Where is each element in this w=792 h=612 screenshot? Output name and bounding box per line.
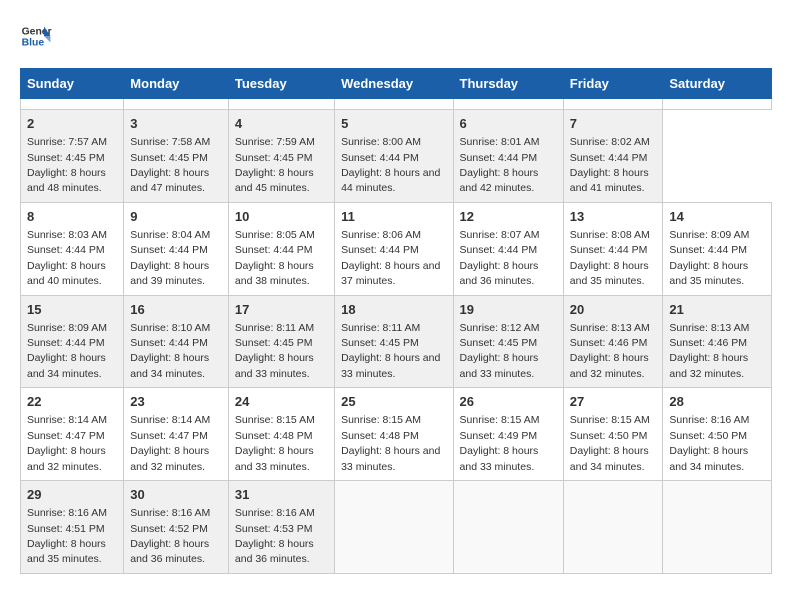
calendar-cell: 8Sunrise: 8:03 AMSunset: 4:44 PMDaylight… bbox=[21, 202, 124, 295]
calendar-cell bbox=[124, 99, 229, 110]
day-of-week-header: Friday bbox=[563, 69, 663, 99]
calendar-week-row: 15Sunrise: 8:09 AMSunset: 4:44 PMDayligh… bbox=[21, 295, 772, 388]
calendar-header-row: SundayMondayTuesdayWednesdayThursdayFrid… bbox=[21, 69, 772, 99]
calendar-cell bbox=[563, 99, 663, 110]
logo: General Blue bbox=[20, 20, 52, 52]
calendar-cell bbox=[663, 99, 772, 110]
calendar-cell: 15Sunrise: 8:09 AMSunset: 4:44 PMDayligh… bbox=[21, 295, 124, 388]
calendar-cell: 26Sunrise: 8:15 AMSunset: 4:49 PMDayligh… bbox=[453, 388, 563, 481]
calendar-cell: 31Sunrise: 8:16 AMSunset: 4:53 PMDayligh… bbox=[228, 481, 334, 574]
calendar-cell: 21Sunrise: 8:13 AMSunset: 4:46 PMDayligh… bbox=[663, 295, 772, 388]
calendar-cell: 16Sunrise: 8:10 AMSunset: 4:44 PMDayligh… bbox=[124, 295, 229, 388]
calendar-cell: 29Sunrise: 8:16 AMSunset: 4:51 PMDayligh… bbox=[21, 481, 124, 574]
calendar-cell bbox=[453, 481, 563, 574]
calendar-cell bbox=[563, 481, 663, 574]
day-of-week-header: Saturday bbox=[663, 69, 772, 99]
calendar-cell: 3Sunrise: 7:58 AMSunset: 4:45 PMDaylight… bbox=[124, 110, 229, 203]
day-of-week-header: Monday bbox=[124, 69, 229, 99]
calendar-week-row: 8Sunrise: 8:03 AMSunset: 4:44 PMDaylight… bbox=[21, 202, 772, 295]
logo-icon: General Blue bbox=[20, 20, 52, 52]
day-of-week-header: Wednesday bbox=[335, 69, 453, 99]
calendar-cell: 28Sunrise: 8:16 AMSunset: 4:50 PMDayligh… bbox=[663, 388, 772, 481]
calendar-week-row: 2Sunrise: 7:57 AMSunset: 4:45 PMDaylight… bbox=[21, 110, 772, 203]
calendar-week-row: 29Sunrise: 8:16 AMSunset: 4:51 PMDayligh… bbox=[21, 481, 772, 574]
day-of-week-header: Tuesday bbox=[228, 69, 334, 99]
calendar-cell: 10Sunrise: 8:05 AMSunset: 4:44 PMDayligh… bbox=[228, 202, 334, 295]
calendar-week-row: 22Sunrise: 8:14 AMSunset: 4:47 PMDayligh… bbox=[21, 388, 772, 481]
calendar-cell: 14Sunrise: 8:09 AMSunset: 4:44 PMDayligh… bbox=[663, 202, 772, 295]
calendar-cell bbox=[335, 481, 453, 574]
calendar-cell: 19Sunrise: 8:12 AMSunset: 4:45 PMDayligh… bbox=[453, 295, 563, 388]
calendar-cell: 17Sunrise: 8:11 AMSunset: 4:45 PMDayligh… bbox=[228, 295, 334, 388]
calendar-cell: 12Sunrise: 8:07 AMSunset: 4:44 PMDayligh… bbox=[453, 202, 563, 295]
calendar-cell: 6Sunrise: 8:01 AMSunset: 4:44 PMDaylight… bbox=[453, 110, 563, 203]
calendar-cell: 24Sunrise: 8:15 AMSunset: 4:48 PMDayligh… bbox=[228, 388, 334, 481]
calendar-cell bbox=[228, 99, 334, 110]
calendar-cell: 27Sunrise: 8:15 AMSunset: 4:50 PMDayligh… bbox=[563, 388, 663, 481]
calendar-cell bbox=[453, 99, 563, 110]
calendar-cell: 9Sunrise: 8:04 AMSunset: 4:44 PMDaylight… bbox=[124, 202, 229, 295]
calendar-cell bbox=[21, 99, 124, 110]
calendar-cell bbox=[663, 481, 772, 574]
calendar-cell: 20Sunrise: 8:13 AMSunset: 4:46 PMDayligh… bbox=[563, 295, 663, 388]
page-header: General Blue bbox=[20, 20, 772, 52]
calendar-cell: 4Sunrise: 7:59 AMSunset: 4:45 PMDaylight… bbox=[228, 110, 334, 203]
calendar-cell: 7Sunrise: 8:02 AMSunset: 4:44 PMDaylight… bbox=[563, 110, 663, 203]
calendar-cell: 25Sunrise: 8:15 AMSunset: 4:48 PMDayligh… bbox=[335, 388, 453, 481]
calendar-cell: 18Sunrise: 8:11 AMSunset: 4:45 PMDayligh… bbox=[335, 295, 453, 388]
calendar-cell: 23Sunrise: 8:14 AMSunset: 4:47 PMDayligh… bbox=[124, 388, 229, 481]
calendar-cell: 22Sunrise: 8:14 AMSunset: 4:47 PMDayligh… bbox=[21, 388, 124, 481]
calendar-cell bbox=[335, 99, 453, 110]
svg-text:Blue: Blue bbox=[22, 38, 45, 49]
calendar-cell: 11Sunrise: 8:06 AMSunset: 4:44 PMDayligh… bbox=[335, 202, 453, 295]
day-of-week-header: Thursday bbox=[453, 69, 563, 99]
calendar-cell: 5Sunrise: 8:00 AMSunset: 4:44 PMDaylight… bbox=[335, 110, 453, 203]
calendar-cell: 30Sunrise: 8:16 AMSunset: 4:52 PMDayligh… bbox=[124, 481, 229, 574]
calendar-cell: 2Sunrise: 7:57 AMSunset: 4:45 PMDaylight… bbox=[21, 110, 124, 203]
calendar-table: SundayMondayTuesdayWednesdayThursdayFrid… bbox=[20, 68, 772, 574]
calendar-cell: 13Sunrise: 8:08 AMSunset: 4:44 PMDayligh… bbox=[563, 202, 663, 295]
calendar-week-row bbox=[21, 99, 772, 110]
day-of-week-header: Sunday bbox=[21, 69, 124, 99]
